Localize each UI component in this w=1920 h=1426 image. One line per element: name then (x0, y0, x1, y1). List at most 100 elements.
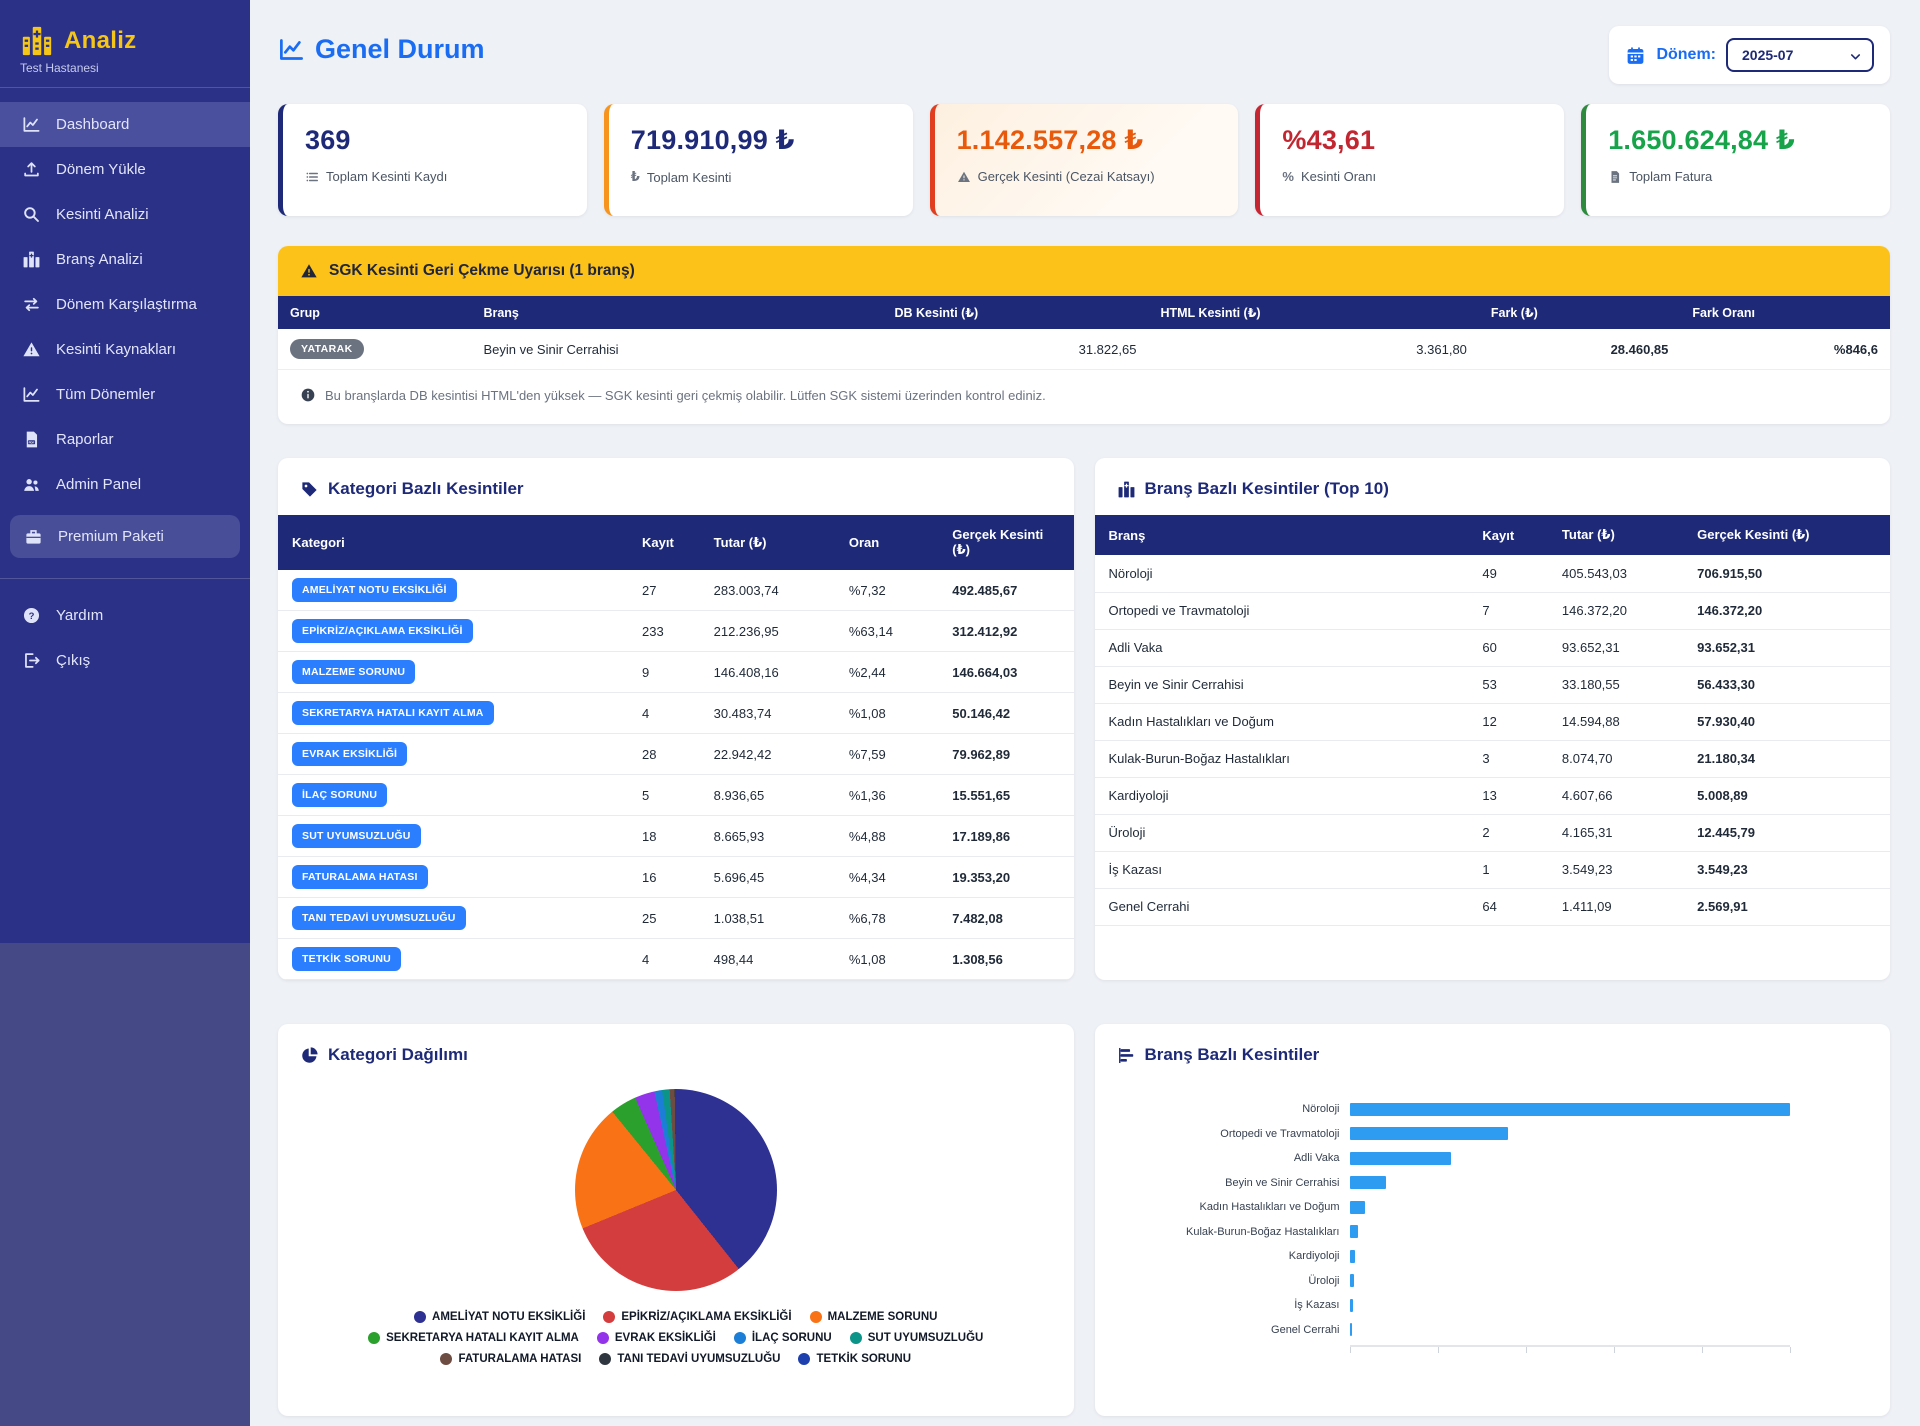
kpi-value: 719.910,99 ₺ (631, 125, 891, 156)
bar (1350, 1274, 1355, 1287)
panel-title: Kategori Bazlı Kesintiler (278, 458, 1074, 515)
kpi-row: 369 Toplam Kesinti Kaydı 719.910,99 ₺ ₺ … (278, 104, 1890, 216)
bar-category-label: Nöroloji (1115, 1103, 1350, 1115)
legend-swatch (734, 1332, 746, 1344)
kpi-label: % Kesinti Oranı (1282, 169, 1542, 184)
sidebar-item-dashboard[interactable]: Dashboard (0, 102, 250, 147)
bar-category-label: Kadın Hastalıkları ve Doğum (1115, 1201, 1350, 1213)
category-badge: İLAÇ SORUNU (292, 783, 387, 807)
sidebar-item-cikis[interactable]: Çıkış (0, 638, 250, 683)
bar-category-label: Ortopedi ve Travmatoloji (1115, 1128, 1350, 1140)
bar (1350, 1250, 1355, 1263)
kpi-value: 369 (305, 125, 565, 156)
sidebar-item-premium-paketi[interactable]: Premium Paketi (10, 515, 240, 558)
bar-category-label: İş Kazası (1115, 1299, 1350, 1311)
category-badge: EVRAK EKSİKLİĞİ (292, 742, 407, 766)
sidebar-item-yardim[interactable]: ? Yardım (0, 593, 250, 638)
sidebar-item-admin-panel[interactable]: Admin Panel (0, 462, 250, 507)
period-select[interactable]: 2025-07 (1726, 38, 1874, 72)
category-badge: SUT UYUMSUZLUĞU (292, 824, 421, 848)
info-icon (300, 387, 316, 403)
legend-label: TANI TEDAVİ UYUMSUZLUĞU (617, 1353, 780, 1365)
bar-axis (1350, 1345, 1791, 1354)
svg-text:?: ? (29, 611, 35, 622)
bar-row: Nöroloji (1115, 1097, 1791, 1122)
sidebar-item-kesinti-analizi[interactable]: Kesinti Analizi (0, 192, 250, 237)
legend-label: FATURALAMA HATASI (458, 1353, 581, 1365)
category-badge: SEKRETARYA HATALI KAYIT ALMA (292, 701, 494, 725)
sidebar-item-raporlar[interactable]: PDF Raporlar (0, 417, 250, 462)
table-row: Genel Cerrahi641.411,092.569,91 (1095, 888, 1891, 925)
fark-cell: 28.460,85 (1479, 329, 1681, 370)
sidebar-item-kesinti-kaynaklari[interactable]: Kesinti Kaynakları (0, 327, 250, 372)
bar-chart-panel: Branş Bazlı Kesintiler NörolojiOrtopedi … (1095, 1024, 1891, 1416)
table-row: EPİKRİZ/AÇIKLAMA EKSİKLİĞİ233212.236,95%… (278, 611, 1074, 652)
sidebar-item-brans-analizi[interactable]: Branş Analizi (0, 237, 250, 282)
bar-category-label: Kardiyoloji (1115, 1250, 1350, 1262)
sidebar-item-label: Kesinti Kaynakları (56, 341, 176, 358)
kpi-card-toplam-fatura: 1.650.624,84 ₺ Toplam Fatura (1581, 104, 1890, 216)
legend-item: EVRAK EKSİKLİĞİ (597, 1332, 716, 1344)
legend-label: SEKRETARYA HATALI KAYIT ALMA (386, 1332, 579, 1344)
chart-line-icon (22, 115, 41, 134)
bar-track (1350, 1225, 1791, 1238)
kpi-value: %43,61 (1282, 125, 1542, 156)
pie-chart-area: AMELİYAT NOTU EKSİKLİĞİEPİKRİZ/AÇIKLAMA … (278, 1081, 1074, 1365)
bar (1350, 1299, 1354, 1312)
kpi-label: Gerçek Kesinti (Cezai Katsayı) (957, 169, 1217, 184)
table-row: Nöroloji49405.543,03706.915,50 (1095, 555, 1891, 592)
fark-orani-cell: %846,6 (1680, 329, 1890, 370)
category-badge: FATURALAMA HATASI (292, 865, 428, 889)
app-title: Analiz (64, 27, 136, 55)
sidebar-item-tum-donemler[interactable]: Tüm Dönemler (0, 372, 250, 417)
bar-track (1350, 1299, 1791, 1312)
column-header: Gerçek Kesinti (₺) (1683, 515, 1890, 555)
table-row: AMELİYAT NOTU EKSİKLİĞİ27283.003,74%7,32… (278, 570, 1074, 611)
bar-track (1350, 1274, 1791, 1287)
legend-swatch (368, 1332, 380, 1344)
table-row: EVRAK EKSİKLİĞİ2822.942,42%7,5979.962,89 (278, 734, 1074, 775)
legend-item: MALZEME SORUNU (810, 1311, 938, 1323)
legend-item: SUT UYUMSUZLUĞU (850, 1332, 984, 1344)
db-kesinti-cell: 31.822,65 (882, 329, 1148, 370)
bar (1350, 1225, 1359, 1238)
hospital-logo-icon (20, 24, 54, 58)
period-card: Dönem: 2025-07 (1609, 26, 1890, 84)
column-header: Branş (1095, 515, 1469, 555)
legend-item: TETKİK SORUNU (798, 1353, 911, 1365)
bar-category-label: Adli Vaka (1115, 1152, 1350, 1164)
sidebar-item-donem-karsilastirma[interactable]: Dönem Karşılaştırma (0, 282, 250, 327)
category-badge: EPİKRİZ/AÇIKLAMA EKSİKLİĞİ (292, 619, 473, 643)
bar (1350, 1152, 1452, 1165)
bar-category-label: Kulak-Burun-Boğaz Hastalıkları (1115, 1226, 1350, 1238)
column-header: Fark (₺) (1479, 296, 1681, 329)
table-row: Ortopedi ve Travmatoloji7146.372,20146.3… (1095, 592, 1891, 629)
legend-item: FATURALAMA HATASI (440, 1353, 581, 1365)
brans-cell: Beyin ve Sinir Cerrahisi (471, 329, 882, 370)
brans-table-panel: Branş Bazlı Kesintiler (Top 10) Branş Ka… (1095, 458, 1891, 980)
chart-line-icon (22, 385, 41, 404)
legend-item: İLAÇ SORUNU (734, 1332, 832, 1344)
sidebar-item-label: Çıkış (56, 652, 90, 669)
logo-block: Analiz Test Hastanesi (0, 18, 250, 88)
bar-row: Genel Cerrahi (1115, 1318, 1791, 1343)
bar-category-label: Beyin ve Sinir Cerrahisi (1115, 1177, 1350, 1189)
sidebar-nav: Dashboard Dönem Yükle Kesinti Analizi Br… (0, 102, 250, 683)
column-header: Oran (835, 515, 938, 570)
legend-label: EVRAK EKSİKLİĞİ (615, 1332, 716, 1344)
sidebar-main: Analiz Test Hastanesi Dashboard Dönem Yü… (0, 0, 250, 943)
kpi-value: 1.650.624,84 ₺ (1608, 125, 1868, 156)
category-badge: TANI TEDAVİ UYUMSUZLUĞU (292, 906, 466, 930)
sgk-warning-header: SGK Kesinti Geri Çekme Uyarısı (1 branş) (278, 246, 1890, 296)
sidebar-item-donem-yukle[interactable]: Dönem Yükle (0, 147, 250, 192)
file-icon (1608, 170, 1622, 184)
legend-swatch (810, 1311, 822, 1323)
table-row: Kulak-Burun-Boğaz Hastalıkları38.074,702… (1095, 740, 1891, 777)
legend-swatch (798, 1353, 810, 1365)
column-header: Kayıt (1468, 515, 1548, 555)
legend-swatch (603, 1311, 615, 1323)
page-title-text: Genel Durum (315, 34, 485, 65)
legend-swatch (850, 1332, 862, 1344)
category-table: Kategori Kayıt Tutar (₺) Oran Gerçek Kes… (278, 515, 1074, 980)
bar-chart-area: Nöroloji Ortopedi ve Travmatoloji Adli Vak… (1095, 1081, 1891, 1354)
